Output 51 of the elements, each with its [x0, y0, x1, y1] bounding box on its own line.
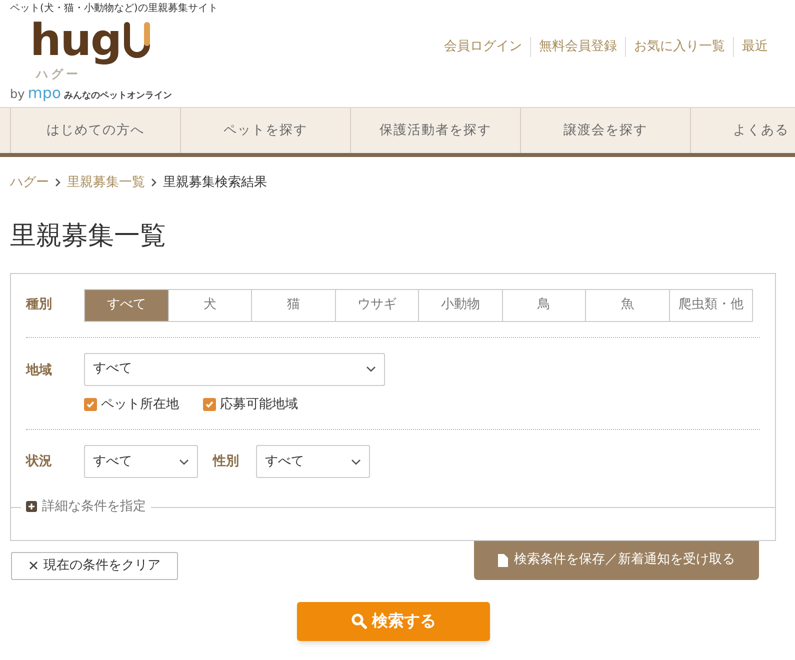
chevron-right-icon [55, 178, 61, 188]
header-link[interactable]: お気に入り一覧 [625, 37, 733, 57]
sex-select[interactable]: すべて [256, 445, 370, 478]
type-tab[interactable]: 猫 [251, 288, 336, 322]
checkbox[interactable] [203, 398, 216, 411]
header-link[interactable]: 会員ログイン [436, 37, 530, 57]
checkbox-label: 応募可能地域 [220, 396, 298, 414]
nav-item[interactable]: 譲渡会を探す [520, 108, 690, 153]
logo-mark-icon [122, 21, 153, 61]
status-select[interactable]: すべて [84, 445, 198, 478]
search-icon [351, 613, 367, 629]
site-tagline: ペット(犬・猫・小動物など)の里親募集サイト [10, 3, 218, 15]
type-tab[interactable]: すべて [84, 288, 168, 322]
nav-item[interactable]: 保護活動者を探す [350, 108, 520, 153]
chevron-down-icon [351, 458, 361, 464]
type-tab[interactable]: 鳥 [502, 288, 586, 322]
chevron-right-icon [151, 178, 157, 188]
nav-item[interactable]: よくある [690, 108, 789, 153]
chevron-down-icon [179, 458, 189, 464]
logo-wordmark[interactable]: hug [30, 14, 121, 67]
page-title: 里親募集一覧 [9, 220, 167, 252]
byline: by [10, 86, 25, 103]
header-link[interactable]: 無料会員登録 [530, 37, 625, 57]
type-tab[interactable]: 魚 [585, 288, 670, 322]
nav-item[interactable]: はじめての方へ [10, 108, 180, 153]
field-label: 地域 [26, 362, 53, 380]
brand-tagline: みんなのペットオンライン [64, 90, 172, 103]
header-link[interactable]: 最近 [733, 37, 776, 57]
type-tab[interactable]: 小動物 [418, 288, 502, 322]
clear-button[interactable]: 現在の条件をクリア [11, 552, 178, 580]
breadcrumb-link[interactable]: 里親募集一覧 [67, 173, 145, 192]
brand-logo: mpo [28, 83, 62, 104]
close-icon [28, 561, 38, 570]
field-label: 種別 [26, 296, 53, 314]
field-label: 状況 [26, 452, 53, 471]
save-search-button[interactable]: 検索条件を保存／新着通知を受け取る [474, 540, 759, 580]
region-select[interactable]: すべて [84, 352, 385, 386]
search-button[interactable]: 検索する [297, 602, 490, 640]
document-icon [498, 554, 508, 566]
breadcrumb-current: 里親募集検索結果 [163, 174, 267, 192]
chevron-down-icon [366, 366, 376, 372]
breadcrumb-link[interactable]: ハグー [10, 173, 49, 192]
type-tab[interactable]: 爬虫類・他 [668, 288, 753, 322]
field-label: 性別 [212, 452, 240, 471]
logo-kana: ハグー [36, 67, 81, 81]
plus-icon [26, 500, 37, 512]
checkbox-label: ペット所在地 [101, 396, 179, 414]
nav-item[interactable]: ペットを探す [180, 108, 350, 153]
checkbox[interactable] [84, 398, 97, 411]
type-tab[interactable]: 犬 [168, 288, 252, 322]
type-tab[interactable]: ウサギ [334, 288, 419, 322]
